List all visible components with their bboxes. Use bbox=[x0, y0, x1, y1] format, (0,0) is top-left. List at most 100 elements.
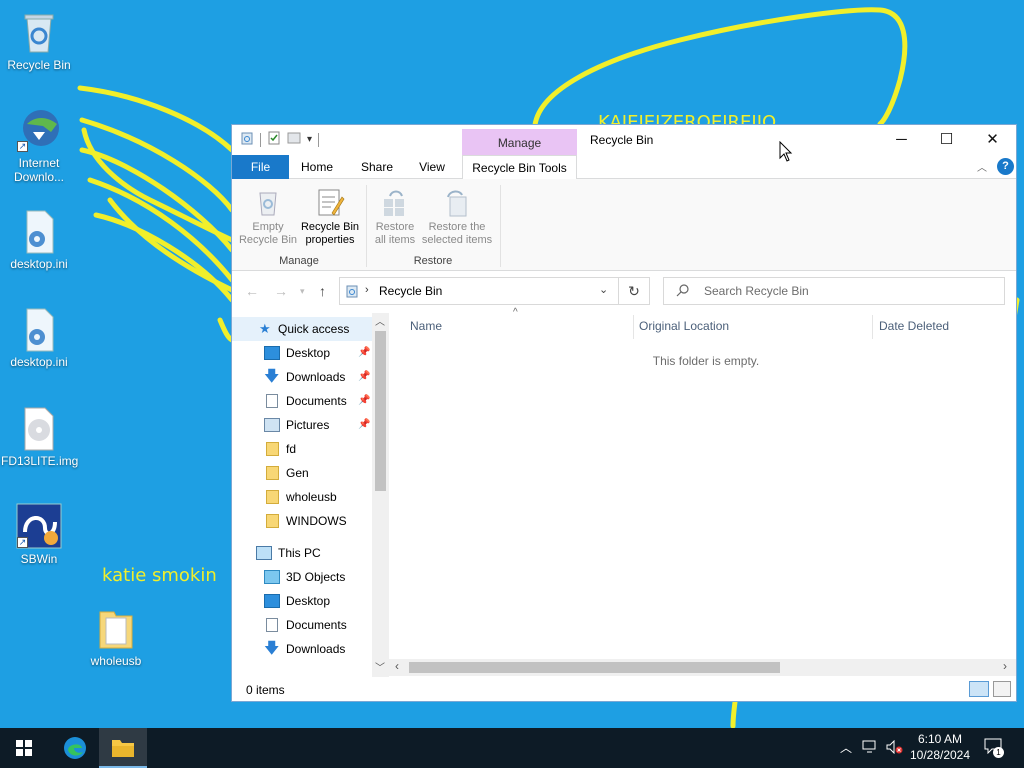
nav-item-label: Downloads bbox=[286, 370, 346, 384]
address-path[interactable]: Recycle Bin bbox=[379, 284, 442, 298]
minimize-button[interactable]: ─ bbox=[879, 125, 924, 155]
up-arrow-icon[interactable]: ↑ bbox=[319, 283, 326, 299]
nav-item-pc-downloads[interactable]: 🡇 Downloads bbox=[232, 637, 372, 661]
desktop-icon-desktop-ini-1[interactable]: desktop.ini bbox=[1, 207, 77, 271]
recycle-bin-properties-button[interactable]: Recycle Bin properties bbox=[298, 187, 362, 247]
download-arrow-icon: 🡇 bbox=[264, 368, 280, 385]
nav-item-gen[interactable]: Gen bbox=[232, 461, 372, 485]
tab-recycle-bin-tools[interactable]: Recycle Bin Tools bbox=[462, 155, 577, 180]
nav-item-pc-desktop[interactable]: Desktop bbox=[232, 589, 372, 613]
maximize-button[interactable]: ☐ bbox=[924, 125, 969, 155]
large-icons-view-icon[interactable] bbox=[993, 681, 1011, 697]
scroll-up-icon[interactable]: ︿ bbox=[375, 313, 385, 328]
taskbar-edge-button[interactable] bbox=[51, 728, 99, 768]
search-input[interactable]: Search Recycle Bin bbox=[663, 277, 1005, 305]
collapse-ribbon-icon[interactable]: ︿ bbox=[977, 159, 987, 174]
desktop-icon-internet-download-manager[interactable]: ↗ Internet Downlo... bbox=[1, 106, 77, 184]
nav-item-pictures[interactable]: Pictures 📌 bbox=[232, 413, 372, 437]
tab-home[interactable]: Home bbox=[294, 155, 340, 179]
file-explorer-window[interactable]: ▾ Manage Recycle Bin ─ ☐ ✕ File Home Sha… bbox=[231, 124, 1017, 702]
title-bar[interactable]: ▾ Manage Recycle Bin ─ ☐ ✕ bbox=[232, 125, 1016, 157]
new-folder-qat-icon[interactable] bbox=[287, 131, 301, 148]
desktop-icon-label: desktop.ini bbox=[10, 355, 68, 369]
desktop-icon-desktop-ini-2[interactable]: desktop.ini bbox=[1, 305, 77, 369]
scrollbar-thumb[interactable] bbox=[375, 331, 386, 491]
desktop-icon-fd13lite-img[interactable]: FD13LITE.img bbox=[1, 404, 78, 468]
nav-item-wholeusb[interactable]: wholeusb bbox=[232, 485, 372, 509]
refresh-button[interactable]: ↻ bbox=[619, 277, 650, 305]
search-icon bbox=[676, 283, 690, 300]
volume-muted-icon[interactable] bbox=[886, 739, 904, 757]
network-icon[interactable] bbox=[862, 740, 878, 757]
nav-item-pc-documents[interactable]: Documents bbox=[232, 613, 372, 637]
scroll-left-icon[interactable]: ‹ bbox=[395, 659, 399, 673]
taskbar-file-explorer-button[interactable] bbox=[99, 728, 147, 768]
nav-item-3d-objects[interactable]: 3D Objects bbox=[232, 565, 372, 589]
nav-item-label: Documents bbox=[286, 394, 347, 408]
properties-qat-icon[interactable] bbox=[267, 131, 281, 148]
desktop-icon-label: Recycle Bin bbox=[7, 58, 71, 72]
empty-recycle-bin-button[interactable]: Empty Recycle Bin bbox=[238, 187, 298, 247]
mouse-cursor bbox=[779, 141, 793, 162]
nav-item-downloads[interactable]: 🡇 Downloads 📌 bbox=[232, 365, 372, 389]
navigation-pane[interactable]: ★ Quick access Desktop 📌 🡇 Downloads 📌 D… bbox=[232, 313, 389, 677]
details-view-icon[interactable] bbox=[969, 681, 989, 697]
nav-item-label: Pictures bbox=[286, 418, 330, 432]
nav-item-this-pc[interactable]: This PC bbox=[232, 541, 372, 565]
pin-icon: 📌 bbox=[358, 419, 371, 430]
nav-item-windows[interactable]: WINDOWS bbox=[232, 509, 372, 533]
tab-share[interactable]: Share bbox=[352, 155, 402, 179]
tab-file[interactable]: File bbox=[232, 155, 289, 179]
desktop-icon-wholeusb[interactable]: wholeusb bbox=[78, 604, 154, 668]
nav-item-label: fd bbox=[286, 442, 297, 456]
column-divider[interactable] bbox=[872, 315, 873, 339]
nav-item-label: 3D Objects bbox=[286, 570, 346, 584]
close-button[interactable]: ✕ bbox=[970, 125, 1015, 155]
desktop-icon-label: wholeusb bbox=[90, 654, 142, 668]
column-divider[interactable] bbox=[633, 315, 634, 339]
restore-all-items-button[interactable]: Restore all items bbox=[370, 187, 420, 247]
file-list[interactable]: ^ Name Original Location Date Deleted Th… bbox=[389, 307, 1016, 677]
action-center-button[interactable]: 1 bbox=[984, 738, 1006, 758]
nav-item-label: Quick access bbox=[278, 322, 350, 336]
navigation-pane-scrollbar[interactable]: ︿ ﹀ bbox=[372, 313, 389, 677]
scroll-right-icon[interactable]: › bbox=[1003, 659, 1007, 673]
forward-arrow-icon[interactable]: → bbox=[274, 283, 288, 299]
shortcut-arrow-icon: ↗ bbox=[17, 537, 28, 548]
desktop-icon-recycle-bin[interactable]: Recycle Bin bbox=[1, 8, 77, 72]
nav-item-label: Documents bbox=[286, 618, 347, 632]
address-dropdown-icon[interactable]: ⌄ bbox=[599, 283, 608, 296]
recycle-bin-small-icon bbox=[345, 284, 359, 301]
clock[interactable]: 6:10 AM 10/28/2024 bbox=[908, 731, 972, 763]
recent-locations-chevron-icon[interactable]: ▾ bbox=[300, 286, 305, 297]
window-title: Recycle Bin bbox=[590, 133, 654, 147]
back-arrow-icon[interactable]: ← bbox=[245, 283, 259, 299]
column-header-original-location[interactable]: Original Location bbox=[639, 319, 729, 333]
restore-selected-items-button[interactable]: Restore the selected items bbox=[420, 187, 494, 247]
tab-view[interactable]: View bbox=[408, 155, 456, 179]
address-bar[interactable]: › Recycle Bin ⌄ bbox=[339, 277, 619, 305]
column-header-name[interactable]: Name bbox=[410, 319, 442, 333]
desktop-icon-label: desktop.ini bbox=[10, 257, 68, 271]
start-button[interactable] bbox=[0, 728, 48, 768]
desktop-icon-sbwin[interactable]: ↗ SBWin bbox=[1, 502, 77, 566]
nav-item-desktop[interactable]: Desktop 📌 bbox=[232, 341, 372, 365]
column-header-date-deleted[interactable]: Date Deleted bbox=[879, 319, 949, 333]
nav-item-fd[interactable]: fd bbox=[232, 437, 372, 461]
qat-dropdown-icon[interactable]: ▾ bbox=[307, 134, 312, 145]
help-icon[interactable]: ? bbox=[997, 158, 1014, 175]
download-arrow-icon: 🡇 bbox=[264, 640, 280, 657]
ribbon-label: Recycle Bin bbox=[300, 221, 360, 233]
sort-indicator-icon: ^ bbox=[513, 307, 518, 318]
scroll-down-icon[interactable]: ﹀ bbox=[375, 659, 385, 674]
ribbon: Empty Recycle Bin Recycle Bin properties… bbox=[232, 179, 1016, 271]
horizontal-scrollbar[interactable]: ‹ › bbox=[389, 659, 1016, 676]
breadcrumb-chevron-icon[interactable]: › bbox=[365, 284, 369, 296]
nav-item-quick-access[interactable]: ★ Quick access bbox=[232, 317, 372, 341]
nav-item-label: Gen bbox=[286, 466, 309, 480]
show-hidden-icons-chevron-icon[interactable]: ︿ bbox=[840, 739, 852, 756]
scrollbar-thumb[interactable] bbox=[409, 662, 780, 673]
recycle-bin-small-icon bbox=[240, 131, 254, 148]
nav-item-documents[interactable]: Documents 📌 bbox=[232, 389, 372, 413]
clock-date: 10/28/2024 bbox=[909, 748, 971, 762]
